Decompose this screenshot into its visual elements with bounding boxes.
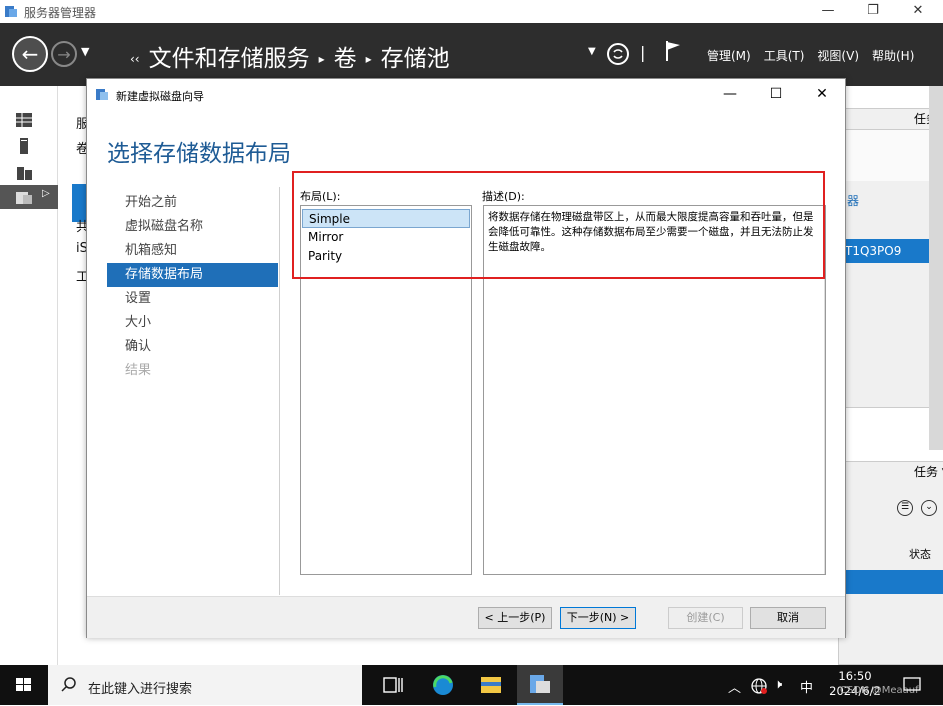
breadcrumb: ‹‹ 文件和存储服务 ▸ 卷 ▸ 存储池 (130, 39, 450, 73)
annotation-highlight (292, 171, 825, 279)
file-storage-nav-item[interactable]: ▷ (0, 185, 58, 209)
wizard-step[interactable]: 存储数据布局 (107, 263, 278, 287)
tasks-label: 任务 (913, 465, 938, 479)
server-name: T1Q3PO9 (845, 244, 902, 258)
show-hidden-icons-icon[interactable]: ︿ (728, 677, 741, 696)
expand-arrow-icon: ▷ (42, 188, 50, 199)
left-icon-strip: ▷ (0, 86, 58, 665)
breadcrumb-item[interactable]: 文件和存储服务 (149, 46, 310, 72)
edge-browser-icon[interactable] (420, 665, 466, 705)
server-manager-icon (5, 6, 17, 17)
history-dropdown-icon[interactable]: ▼ (81, 45, 89, 58)
dropdown-icon[interactable]: ▼ (588, 46, 596, 57)
forward-button[interactable]: → (51, 41, 77, 67)
arrow-right-icon: → (57, 45, 71, 64)
network-icon[interactable] (750, 677, 768, 695)
menu-manage[interactable]: 管理(M) (707, 49, 751, 63)
navigation-bar: ← → ▼ ‹‹ 文件和存储服务 ▸ 卷 ▸ 存储池 ▼ | 管理(M) 工具(T) 视图(V… (0, 23, 943, 86)
app-title: 服务器管理器 (24, 6, 97, 20)
menu-view[interactable]: 视图(V) (817, 49, 859, 63)
menu-help[interactable]: 帮助(H) (872, 49, 914, 63)
dialog-footer: < 上一步(P) 下一步(N) > 创建(C) 取消 (87, 596, 845, 638)
column-header-status[interactable]: 状态 (909, 546, 931, 562)
vertical-scrollbar[interactable] (929, 86, 943, 450)
file-storage-icon (16, 192, 32, 204)
taskbar: 在此键入进行搜索 ︿ 🕨 中 16:50 2024/6/2 CSDN @Meaa… (0, 665, 943, 705)
search-icon (61, 677, 76, 692)
task-view-icon[interactable] (370, 665, 416, 705)
app-titlebar: 服务器管理器 — ❐ ✕ (0, 0, 943, 23)
menu-bar: 管理(M) 工具(T) 视图(V) 帮助(H) (707, 47, 927, 64)
maximize-button[interactable]: ❐ (850, 0, 896, 23)
breadcrumb-item[interactable]: 卷 (334, 46, 357, 72)
separator: | (640, 43, 646, 62)
selected-row[interactable]: T1Q3PO9 (839, 239, 943, 263)
ime-indicator[interactable]: 中 (800, 677, 813, 696)
volume-muted-icon[interactable]: 🕨 (774, 677, 782, 692)
local-server-icon[interactable] (14, 136, 34, 156)
clock-time: 16:50 (838, 669, 872, 683)
wizard-icon (96, 89, 108, 100)
breadcrumb-prefix: ‹‹ (130, 52, 140, 66)
next-button[interactable]: 下一步(N) > (560, 607, 636, 629)
cancel-button[interactable]: 取消 (750, 607, 826, 629)
dialog-close-button[interactable]: ✕ (807, 83, 837, 105)
previous-button[interactable]: < 上一步(P) (478, 607, 552, 629)
windows-start-icon[interactable] (0, 665, 48, 705)
taskbar-search-box[interactable]: 在此键入进行搜索 (48, 665, 362, 705)
notifications-flag-icon[interactable] (664, 39, 682, 63)
close-button[interactable]: ✕ (895, 0, 941, 23)
selected-row[interactable]: 1 (839, 570, 943, 594)
minimize-button[interactable]: — (805, 0, 851, 23)
dashboard-icon[interactable] (14, 110, 34, 130)
breadcrumb-separator-icon: ▸ (365, 52, 372, 66)
dialog-maximize-button[interactable]: ☐ (761, 83, 791, 105)
wizard-step: 结果 (125, 363, 152, 378)
page-title: 选择存储数据布局 (107, 141, 291, 167)
breadcrumb-item[interactable]: 存储池 (381, 46, 450, 72)
back-button[interactable]: ← (12, 36, 48, 72)
server-manager-icon (530, 675, 550, 693)
dialog-title: 新建虚拟磁盘向导 (116, 90, 204, 103)
divider (279, 187, 280, 595)
search-placeholder: 在此键入进行搜索 (88, 682, 193, 697)
wizard-steps: 开始之前 虚拟磁盘名称 机箱感知 存储数据布局 设置 大小 确认结果 (107, 191, 278, 383)
all-servers-icon[interactable] (14, 162, 34, 182)
collapse-chevron-icon[interactable]: ⌄ (921, 500, 937, 516)
create-button[interactable]: 创建(C) (668, 607, 743, 629)
notification-center-icon[interactable] (902, 676, 922, 694)
list-view-icon[interactable]: ☰ (897, 500, 913, 516)
breadcrumb-separator-icon: ▸ (318, 52, 325, 66)
wizard-step[interactable]: 设置 (107, 287, 278, 311)
server-manager-taskbar-button[interactable] (517, 665, 563, 705)
wizard-step[interactable]: 开始之前 (107, 191, 278, 215)
new-virtual-disk-wizard: 新建虚拟磁盘向导 — ☐ ✕ 选择存储数据布局 开始之前 虚拟磁盘名称 机箱感知 存储… (86, 78, 846, 638)
physical-disks-panel: 任务 ▼ ☰ ⌄ 状态 容 1 1 (838, 461, 943, 665)
wizard-step[interactable]: 虚拟磁盘名称 (107, 215, 278, 239)
file-explorer-icon[interactable] (468, 665, 514, 705)
menu-tools[interactable]: 工具(T) (764, 49, 805, 63)
wizard-step[interactable]: 机箱感知 (107, 239, 278, 263)
wizard-step[interactable]: 大小 (107, 311, 278, 335)
refresh-icon[interactable] (606, 42, 630, 66)
dialog-minimize-button[interactable]: — (715, 83, 745, 105)
wizard-step[interactable]: 确认 (107, 335, 278, 359)
tasks-dropdown[interactable]: 任务 ▼ (914, 463, 943, 480)
dialog-titlebar: 新建虚拟磁盘向导 — ☐ ✕ (87, 79, 845, 109)
storage-pool-panel: 任务 ▼ ⌄ 器 T1Q3PO9 › (838, 108, 943, 408)
panel-link[interactable]: 器 (847, 192, 859, 209)
arrow-left-icon: ← (21, 42, 39, 66)
